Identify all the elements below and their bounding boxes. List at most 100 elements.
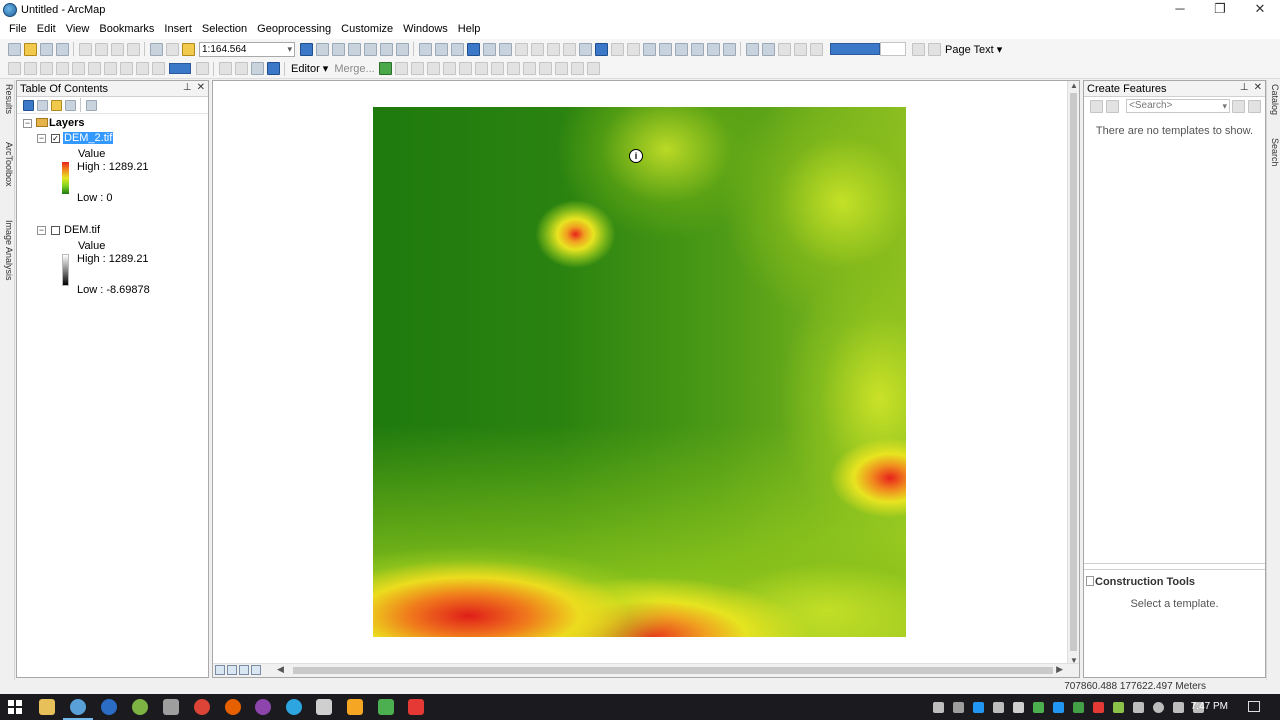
page-text-dropdown[interactable]: Page Text ▾ [942, 43, 1005, 56]
template-search-input[interactable]: <Search> [1126, 99, 1230, 113]
tray-icon[interactable] [1113, 702, 1124, 713]
georef-tool-icon[interactable] [87, 62, 101, 75]
grayscale-ramp-swatch[interactable] [62, 254, 69, 286]
save-icon[interactable] [39, 42, 53, 56]
select-elements-icon[interactable] [578, 42, 592, 56]
map-display[interactable]: i ▲ ▼ ◀ ▶ [212, 80, 1080, 678]
layout-view-button[interactable] [227, 665, 237, 675]
merge-button[interactable]: Merge... [331, 63, 377, 75]
full-extent-icon[interactable] [466, 42, 480, 56]
delete-icon[interactable] [126, 42, 140, 56]
undo-icon[interactable] [149, 42, 163, 56]
layer-visibility-checkbox[interactable]: ✓ [51, 134, 60, 143]
georef-tool-icon[interactable] [135, 62, 149, 75]
list-by-visibility-icon[interactable] [50, 99, 62, 111]
print-icon[interactable] [55, 42, 69, 56]
pause-drawing-icon[interactable] [266, 62, 280, 75]
last-page-icon[interactable] [927, 42, 941, 56]
layout-zoom-out-icon[interactable] [761, 42, 775, 56]
edit-tool-icon[interactable] [459, 62, 473, 75]
close-button[interactable]: ✕ [1240, 0, 1280, 20]
collapse-icon[interactable]: − [37, 226, 46, 235]
find-route-icon[interactable] [674, 42, 688, 56]
telegram-icon[interactable] [286, 699, 302, 715]
data-view-icon[interactable] [218, 62, 232, 75]
volume-icon[interactable] [1173, 702, 1184, 713]
clear-selection-icon[interactable] [562, 42, 576, 56]
layout-zoom-in-icon[interactable] [745, 42, 759, 56]
layout-pan-icon[interactable] [777, 42, 791, 56]
tray-icon[interactable] [973, 702, 984, 713]
app-icon[interactable] [378, 699, 394, 715]
pane-splitter[interactable] [1084, 563, 1265, 570]
go-to-xy-icon[interactable] [690, 42, 704, 56]
layer-name-dem[interactable]: DEM.tif [64, 224, 100, 236]
refresh-icon[interactable] [250, 62, 264, 75]
app-icon[interactable] [255, 699, 271, 715]
arcmap-taskbar-icon[interactable] [63, 699, 93, 720]
zoom-out-icon[interactable] [434, 42, 448, 56]
close-pane-icon[interactable]: ✕ [197, 82, 205, 93]
vertical-scrollbar[interactable]: ▲ ▼ [1067, 81, 1079, 665]
app-icon[interactable] [347, 699, 363, 715]
clear-search-icon[interactable] [1231, 99, 1245, 113]
collapse-icon[interactable]: − [23, 119, 32, 128]
taskbar-clock[interactable]: 7:47 PM [1191, 701, 1228, 712]
menu-bookmarks[interactable]: Bookmarks [94, 20, 159, 39]
arctoolbox-icon[interactable] [363, 42, 377, 56]
hyperlink-icon[interactable] [610, 42, 624, 56]
menu-customize[interactable]: Customize [336, 20, 398, 39]
edit-tool-icon[interactable] [411, 62, 425, 75]
paste-icon[interactable] [110, 42, 124, 56]
menu-insert[interactable]: Insert [159, 20, 197, 39]
color-ramp-swatch[interactable] [62, 162, 69, 194]
edit-tool-icon[interactable] [539, 62, 553, 75]
map-scale-combobox[interactable]: 1:164.564 [199, 41, 295, 57]
editor-menu[interactable]: Editor ▾ [288, 62, 331, 75]
organize-templates-icon[interactable] [1089, 99, 1103, 113]
georef-tool-icon[interactable] [7, 62, 21, 75]
html-popup-icon[interactable] [626, 42, 640, 56]
refresh-view-button[interactable] [239, 665, 249, 675]
edit-tool-icon[interactable] [523, 62, 537, 75]
search-options-icon[interactable] [1247, 99, 1261, 113]
open-icon[interactable] [23, 42, 37, 56]
battery-icon[interactable] [1133, 702, 1144, 713]
georef-tool-icon[interactable] [151, 62, 165, 75]
dropdown-icon[interactable] [195, 62, 209, 75]
tray-icon[interactable] [993, 702, 1004, 713]
find-icon[interactable] [658, 42, 672, 56]
catalog-window-icon[interactable] [331, 42, 345, 56]
identify-icon[interactable] [594, 42, 608, 56]
app-icon[interactable] [316, 699, 332, 715]
fixed-zoom-in-icon[interactable] [482, 42, 496, 56]
measure-icon[interactable] [642, 42, 656, 56]
list-by-selection-icon[interactable] [64, 99, 76, 111]
maximize-button[interactable]: ❐ [1200, 0, 1240, 20]
search-window-icon[interactable] [347, 42, 361, 56]
georef-tool-icon[interactable] [55, 62, 69, 75]
scroll-left-icon[interactable]: ◀ [277, 664, 284, 675]
dem-raster[interactable] [373, 107, 906, 637]
select-features-icon[interactable] [546, 42, 560, 56]
georef-tool-icon[interactable] [103, 62, 117, 75]
edit-tool-icon[interactable] [443, 62, 457, 75]
tray-icon[interactable] [1053, 702, 1064, 713]
list-by-source-icon[interactable] [36, 99, 48, 111]
search-dock-tab[interactable]: Search [1267, 138, 1280, 167]
page-dropdown[interactable] [880, 42, 906, 56]
layer-visibility-checkbox[interactable] [51, 226, 60, 235]
edit-tool-icon[interactable] [507, 62, 521, 75]
chrome-icon[interactable] [194, 699, 210, 715]
cut-icon[interactable] [78, 42, 92, 56]
edit-tool-icon[interactable] [395, 62, 409, 75]
tray-icon[interactable] [953, 702, 964, 713]
create-viewer-icon[interactable] [722, 42, 736, 56]
page-slider[interactable] [830, 43, 880, 55]
python-icon[interactable] [379, 42, 393, 56]
auto-hide-pin-icon[interactable]: ⊥ [183, 82, 192, 93]
data-frame-label[interactable]: Layers [49, 117, 84, 129]
zoom-in-icon[interactable] [418, 42, 432, 56]
app-icon[interactable] [163, 699, 179, 715]
menu-view[interactable]: View [61, 20, 95, 39]
